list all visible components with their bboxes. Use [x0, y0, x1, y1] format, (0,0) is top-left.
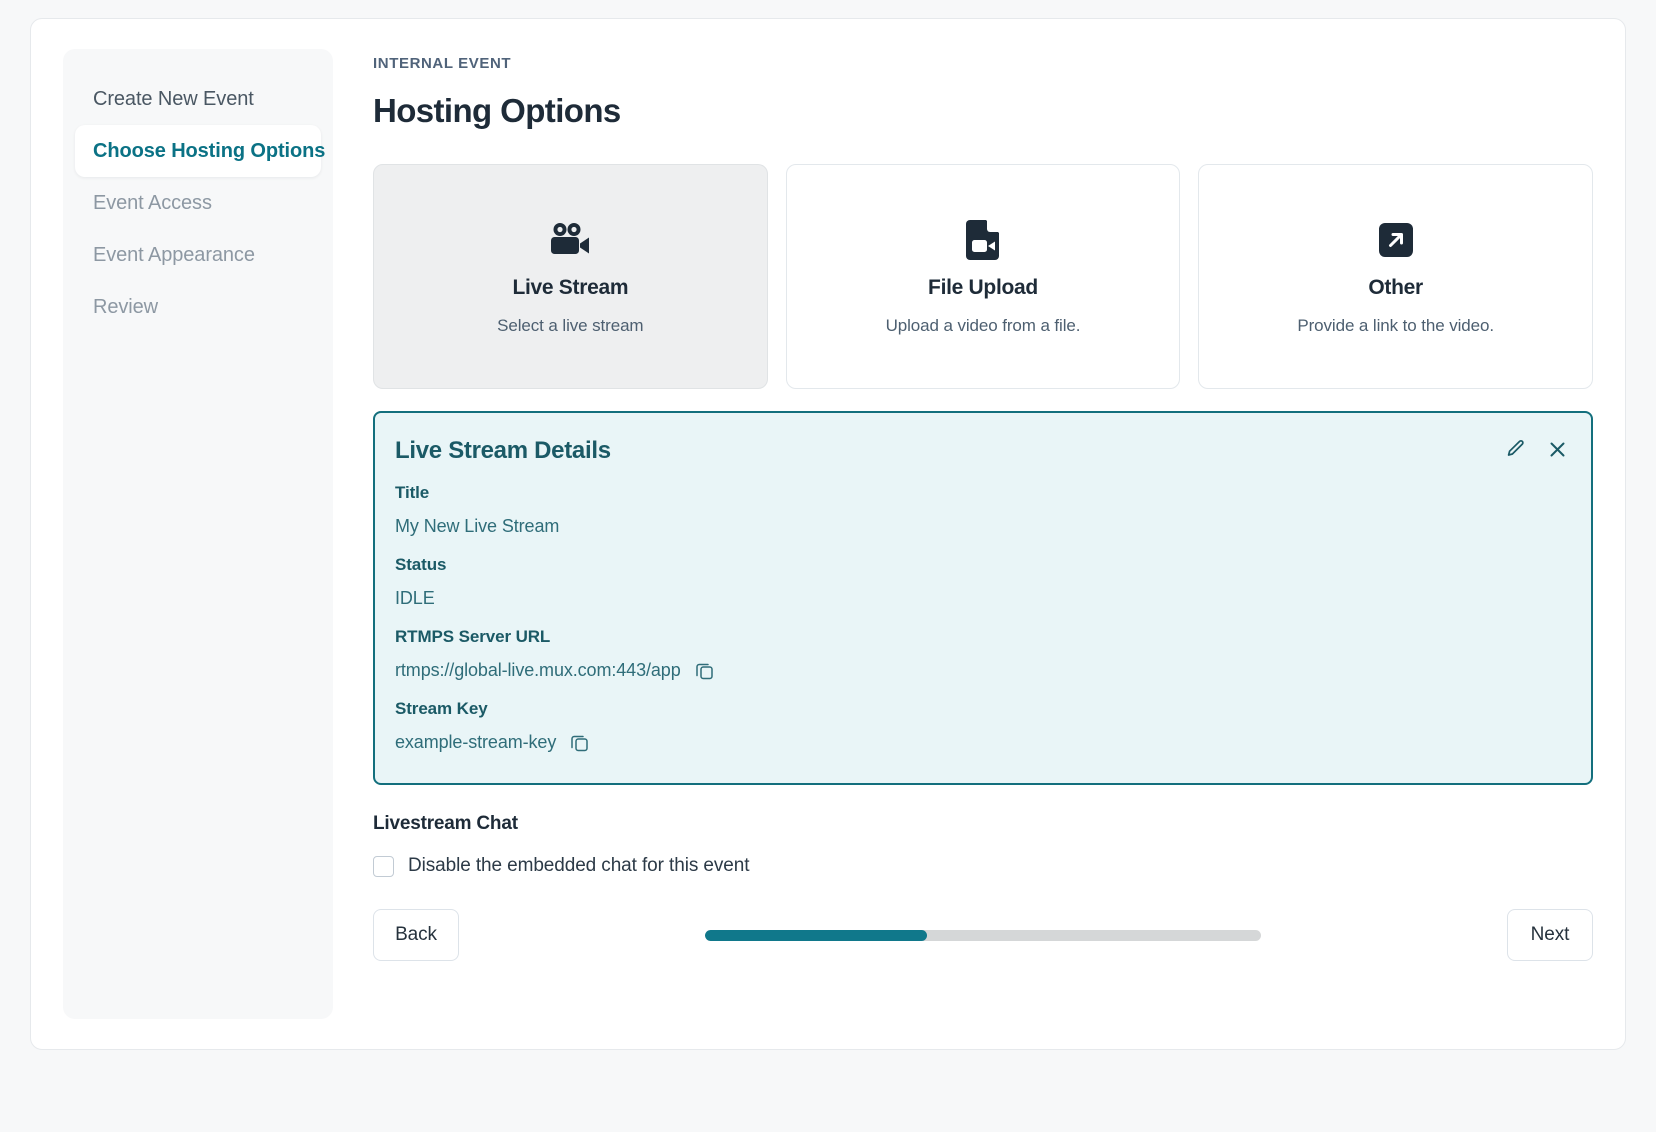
wizard-progress-bar — [705, 929, 1261, 941]
wizard-footer: Back Next — [373, 909, 1593, 961]
hosting-option-cards: Live Stream Select a live stream File Up… — [373, 164, 1593, 389]
detail-field-value: My New Live Stream — [395, 516, 1565, 537]
sidebar-item-label: Event Appearance — [93, 243, 255, 266]
hosting-option-live-stream[interactable]: Live Stream Select a live stream — [373, 164, 768, 389]
hosting-option-other[interactable]: Other Provide a link to the video. — [1198, 164, 1593, 389]
external-link-icon — [1378, 218, 1413, 262]
sidebar-item-choose-hosting-options[interactable]: Choose Hosting Options — [75, 125, 325, 177]
sidebar-item-label: Review — [93, 295, 158, 318]
sidebar-item-create-new-event[interactable]: Create New Event — [75, 73, 321, 125]
hosting-option-file-upload[interactable]: File Upload Upload a video from a file. — [785, 164, 1181, 389]
sidebar-item-event-appearance[interactable]: Event Appearance — [75, 229, 321, 281]
detail-field-label: Stream Key — [395, 699, 488, 718]
detail-field-rtmps-server-url: RTMPS Server URL rtmps://global-live.mux… — [395, 627, 1565, 681]
hosting-option-description: Select a live stream — [497, 315, 644, 335]
hosting-option-title: Live Stream — [512, 275, 629, 299]
close-icon[interactable] — [1548, 440, 1567, 459]
detail-value-text: rtmps://global-live.mux.com:443/app — [395, 660, 681, 680]
wizard-sidebar: Create New Event Choose Hosting Options … — [63, 49, 333, 1019]
back-button[interactable]: Back — [373, 909, 459, 961]
sidebar-item-label: Create New Event — [93, 87, 254, 110]
app-window: Create New Event Choose Hosting Options … — [30, 18, 1626, 1050]
sidebar-item-label: Choose Hosting Options — [93, 139, 326, 162]
hosting-option-title: Other — [1368, 275, 1423, 299]
disable-chat-label: Disable the embedded chat for this event — [408, 855, 750, 876]
detail-value-text: example-stream-key — [395, 732, 557, 752]
sidebar-item-review[interactable]: Review — [75, 281, 321, 333]
progress-wrapper — [479, 929, 1487, 941]
wizard-progress-fill — [705, 929, 928, 941]
disable-chat-checkbox[interactable] — [373, 855, 394, 877]
breadcrumb-event-type: INTERNAL EVENT — [373, 55, 512, 72]
detail-field-value: rtmps://global-live.mux.com:443/app — [395, 660, 1565, 681]
main-content: INTERNAL EVENT Hosting Options Live Stre… — [373, 49, 1593, 1019]
file-video-icon — [965, 218, 1000, 262]
live-stream-details-heading: Live Stream Details — [395, 437, 611, 464]
live-stream-details-panel: Live Stream Details Title My New Live St… — [373, 411, 1593, 785]
sidebar-item-label: Event Access — [93, 191, 212, 214]
detail-value-text: My New Live Stream — [395, 516, 560, 536]
pencil-icon[interactable] — [1506, 439, 1526, 459]
livestream-chat-title: Livestream Chat — [373, 813, 518, 834]
sidebar-item-event-access[interactable]: Event Access — [75, 177, 321, 229]
hosting-option-title: File Upload — [928, 275, 1038, 299]
hosting-option-description: Provide a link to the video. — [1297, 315, 1494, 335]
status-badge: IDLE — [395, 588, 435, 608]
details-actions — [1506, 439, 1567, 459]
detail-field-label: Title — [395, 483, 430, 502]
copy-icon[interactable] — [570, 733, 589, 752]
page-layout: Create New Event Choose Hosting Options … — [31, 19, 1625, 1049]
next-button[interactable]: Next — [1507, 909, 1593, 961]
detail-field-status: Status IDLE — [395, 555, 1565, 609]
page-title: Hosting Options — [373, 92, 621, 129]
detail-field-label: Status — [395, 555, 447, 574]
hosting-option-description: Upload a video from a file. — [885, 315, 1081, 335]
video-camera-icon — [549, 218, 591, 262]
detail-field-title: Title My New Live Stream — [395, 483, 1565, 537]
detail-field-stream-key: Stream Key example-stream-key — [395, 699, 1565, 753]
livestream-chat-section: Livestream Chat Disable the embedded cha… — [373, 813, 1593, 877]
detail-field-value: example-stream-key — [395, 732, 1565, 753]
disable-chat-row[interactable]: Disable the embedded chat for this event — [373, 855, 1593, 877]
detail-field-label: RTMPS Server URL — [395, 627, 551, 646]
copy-icon[interactable] — [695, 661, 714, 680]
detail-field-value: IDLE — [395, 588, 1565, 609]
